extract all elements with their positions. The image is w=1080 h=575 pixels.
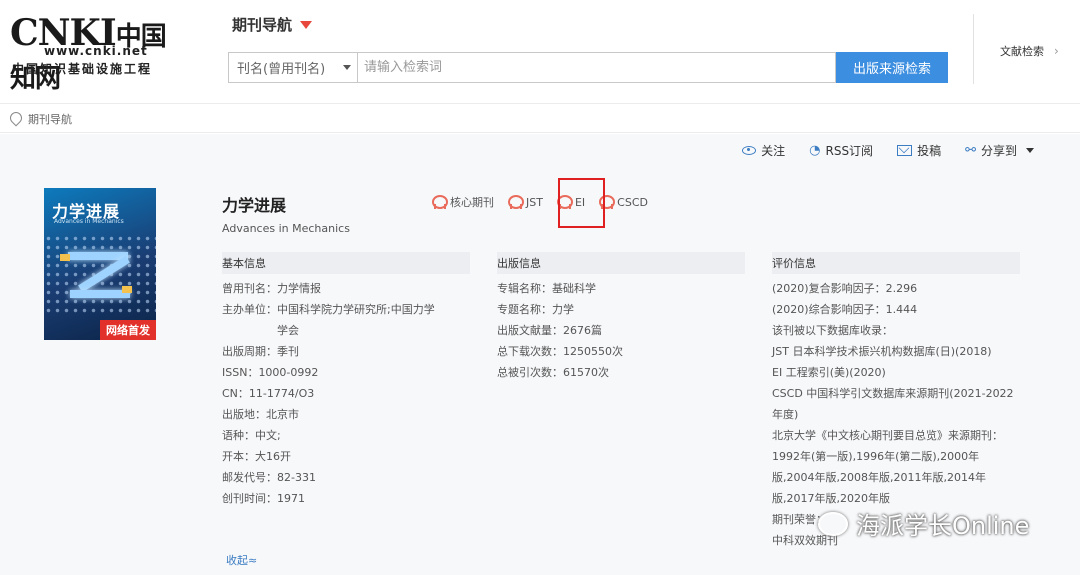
publish-info: 出版信息 专辑名称： 基础科学 专题名称： 力学 出版文献量： 2676篇 总下载次数… [497,252,745,383]
breadcrumb-bar: 期刊导航 [0,103,1080,133]
search-field-select[interactable]: 刊名(曾用刊名) [228,52,358,83]
journal-detail: 关注 ◔ RSS订阅 投稿 ⚯ 分享到 力学进展 Advances in Mec… [0,134,1080,575]
eval-line: CSCD 中国科学引文数据库来源期刊(2021-2022年度) [772,387,1014,421]
section-heading: 出版信息 [497,252,745,274]
info-row: 专题名称： 力学 [497,303,574,316]
breadcrumb-item[interactable]: 期刊导航 [28,111,72,127]
search-bar: 刊名(曾用刊名) 出版来源检索 [228,52,948,83]
info-row: 创刊时间： 1971 [222,492,305,505]
info-row: 语种： 中文; [222,429,281,442]
cover-accent [122,286,132,293]
cover-accent [60,254,70,261]
info-row: 开本： 大16开 [222,450,291,463]
highlight-box [558,178,605,228]
mail-icon [897,145,913,156]
collapse-link[interactable]: 收起≈ [226,552,257,568]
share-button[interactable]: ⚯ 分享到 [965,142,1034,159]
online-first-badge: 网络首发 [100,320,156,340]
share-label: 分享到 [980,144,1017,158]
submit-label: 投稿 [917,144,942,158]
info-row: 主办单位： 中国科学院力学研究所;中国力学学会 [222,303,435,337]
section-heading: 评价信息 [772,252,1020,274]
cnki-logo[interactable]: CNKI中国知网 www.cnki.net 中国知识基础设施工程 [10,14,182,94]
badge-jst[interactable]: JST [508,194,543,210]
medal-icon [432,195,448,209]
eval-line: 该刊被以下数据库收录： [772,324,893,337]
search-button[interactable]: 出版来源检索 [836,52,948,83]
eye-icon [742,146,757,155]
info-row: 专辑名称： 基础科学 [497,282,596,295]
info-row: 出版文献量： 2676篇 [497,324,602,337]
basic-info: 基本信息 曾用刊名： 力学情报 主办单位： 中国科学院力学研究所;中国力学学会 出版… [222,252,470,509]
journal-nav-dropdown[interactable]: 期刊导航 [232,14,313,35]
basic-info-list: 曾用刊名： 力学情报 主办单位： 中国科学院力学研究所;中国力学学会 出版周期： 季刊… [222,278,470,509]
search-input[interactable] [358,52,836,83]
rss-button[interactable]: ◔ RSS订阅 [809,142,873,159]
watermark: 海派学长Online [818,506,1029,541]
eval-line: (2020)综合影响因子：1.444 [772,303,918,316]
logo-tagline: 中国知识基础设施工程 [12,62,153,76]
logo-url: www.cnki.net [44,44,148,58]
doc-search-label: 文献检索 [1000,45,1044,58]
header: CNKI中国知网 www.cnki.net 中国知识基础设施工程 期刊导航 刊名… [0,0,1080,103]
badge-label: 核心期刊 [450,196,494,209]
medal-icon [508,195,524,209]
info-row: 邮发代号： 82-331 [222,471,316,484]
follow-label: 关注 [761,144,786,158]
nav-title-label: 期刊导航 [232,16,293,34]
cover-subtitle: Advances in Mechanics [54,218,124,225]
watermark-text: 海派学长Online [856,512,1030,540]
rss-label: RSS订阅 [825,144,874,158]
info-row: 出版地： 北京市 [222,408,299,421]
section-heading: 基本信息 [222,252,470,274]
journal-cover[interactable]: 力学进展 Advances in Mechanics 网络首发 [44,188,156,340]
rss-icon: ◔ [809,143,821,158]
info-row: ISSN： 1000-0992 [222,366,319,379]
info-row: CN： 11-1774/O3 [222,387,315,400]
info-row: 总下载次数： 1250550次 [497,345,623,358]
eval-line: 北京大学《中文核心期刊要目总览》来源期刊： [772,429,1003,442]
eval-line: (2020)复合影响因子：2.296 [772,282,918,295]
caret-down-icon [300,20,313,29]
chevron-down-icon [343,65,351,70]
info-row: 出版周期： 季刊 [222,345,299,358]
eval-line: EI 工程索引(美)(2020) [772,366,886,379]
badge-core[interactable]: 核心期刊 [432,194,494,210]
action-bar: 关注 ◔ RSS订阅 投稿 ⚯ 分享到 [742,142,1034,159]
journal-title: 力学进展 [222,196,287,215]
share-icon: ⚯ [965,143,976,158]
badge-cscd[interactable]: CSCD [599,194,648,210]
journal-subtitle: Advances in Mechanics [222,222,350,235]
wechat-icon [818,511,848,536]
badge-label: JST [526,195,543,209]
eval-line: 1992年(第一版),1996年(第二版),2000年版,2004年版,2008… [772,450,986,505]
badge-label: CSCD [617,195,648,209]
location-pin-icon [10,112,20,126]
cover-graphic [68,246,130,302]
caret-down-icon [1026,148,1034,153]
doc-search-link[interactable]: 文献检索 › [1000,43,1059,59]
breadcrumb: 期刊导航 [10,111,72,127]
info-row: 总被引次数： 61570次 [497,366,609,379]
search-field-label: 刊名(曾用刊名) [237,62,326,77]
eval-line: JST 日本科学技术振兴机构数据库(日)(2018) [772,345,992,358]
follow-button[interactable]: 关注 [742,142,785,159]
info-row: 曾用刊名： 力学情报 [222,282,321,295]
index-badges: 核心期刊 JST EI CSCD [432,194,648,210]
publish-info-list: 专辑名称： 基础科学 专题名称： 力学 出版文献量： 2676篇 总下载次数： 1250… [497,278,745,383]
chevron-right-icon: › [1054,44,1059,58]
submit-button[interactable]: 投稿 [897,142,941,159]
divider [973,14,974,84]
